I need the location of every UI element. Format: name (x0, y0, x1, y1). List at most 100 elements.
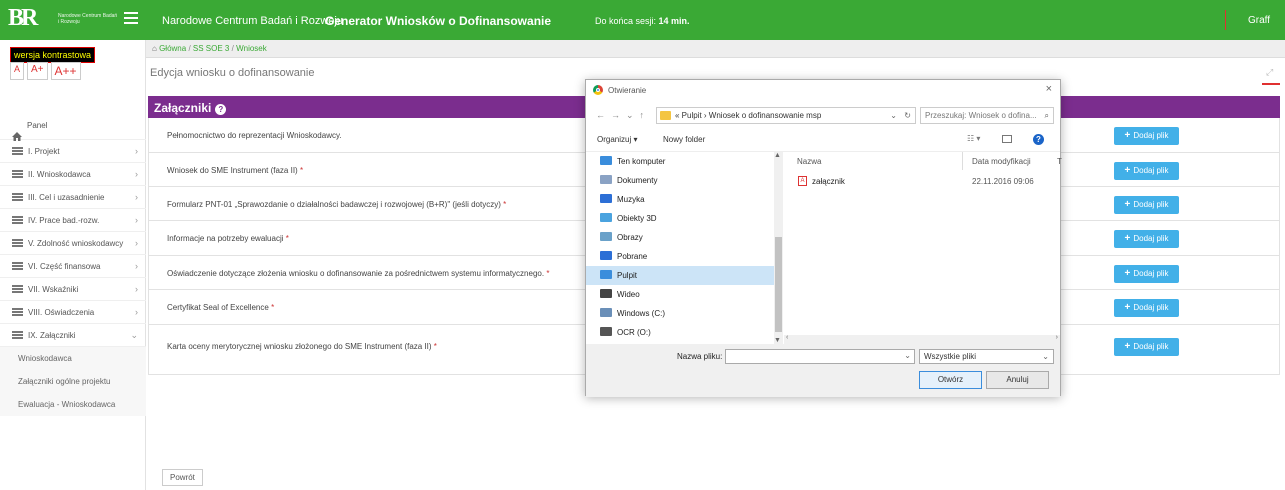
address-bar: ←→⌄↑ « Pulpit › Wniosek o dofinansowanie… (586, 102, 1060, 130)
add-file-button[interactable]: + Dodaj plik (1114, 230, 1179, 248)
refresh-icon[interactable]: ↻ (904, 108, 911, 123)
view-options-icon[interactable]: ☷ ▾ (967, 134, 980, 143)
font-size-xlarge[interactable]: A++ (50, 62, 81, 80)
add-file-button[interactable]: + Dodaj plik (1114, 299, 1179, 317)
tree-item-label: Wideo (617, 290, 640, 299)
scroll-right-icon[interactable]: › (1056, 334, 1058, 341)
scroll-thumb[interactable] (775, 237, 782, 332)
dialog-footer: Nazwa pliku: ⌄ Wszystkie pliki ⌄ Otwórz … (586, 344, 1060, 397)
horizontal-scrollbar[interactable]: ‹ › (784, 334, 1060, 344)
menu-icon[interactable] (124, 12, 138, 24)
col-name[interactable]: Nazwa (797, 157, 821, 166)
list-icon (12, 284, 23, 293)
path-field[interactable]: « Pulpit › Wniosek o dofinansowanie msp … (656, 107, 916, 124)
sidebar-item[interactable]: IV. Prace bad.-rozw. › (0, 209, 146, 232)
chevron-down-icon[interactable]: ⌄ (890, 108, 897, 123)
tree-item[interactable]: Pulpit (586, 266, 783, 285)
scroll-down-icon[interactable]: ▼ (774, 337, 781, 344)
new-folder-button[interactable]: Nowy folder (663, 135, 705, 144)
col-type[interactable]: T (1057, 157, 1062, 166)
tree-item[interactable]: Muzyka (586, 190, 783, 209)
sidebar-item[interactable]: II. Wnioskodawca › (0, 163, 146, 186)
file-name: załącznik (812, 177, 845, 186)
search-input[interactable]: Przeszukaj: Wniosek o dofina... ⌕ (920, 107, 1054, 124)
session-timer: Do końca sesji: 14 min. (595, 16, 690, 26)
sidebar-item[interactable]: VII. Wskaźniki › (0, 278, 146, 301)
list-icon (12, 307, 23, 316)
sidebar-item[interactable]: VIII. Oświadczenia › (0, 301, 146, 324)
tree-item[interactable]: Wideo (586, 285, 783, 304)
required-marker: * (299, 166, 304, 175)
chevron-icon: › (135, 307, 138, 317)
scroll-left-icon[interactable]: ‹ (786, 334, 788, 341)
sidebar-item[interactable]: I. Projekt › (0, 140, 146, 163)
sidebar-item[interactable]: V. Zdolność wnioskodawcy › (0, 232, 146, 255)
contrast-toggle[interactable]: wersja kontrastowa (10, 47, 96, 63)
tree-item[interactable]: Pobrane (586, 247, 783, 266)
cancel-button[interactable]: Anuluj (986, 371, 1049, 389)
downloads-icon (600, 251, 612, 261)
back-button[interactable]: Powrót (162, 469, 203, 486)
col-date[interactable]: Data modyfikacji (972, 157, 1031, 166)
sidebar-subitem[interactable]: Załączniki ogólne projektu (0, 370, 146, 393)
tree-item[interactable]: Windows (C:) (586, 304, 783, 323)
organize-button[interactable]: Organizuj ▾ (597, 135, 637, 144)
sidebar-item-panel[interactable]: Panel (0, 108, 146, 142)
add-file-button[interactable]: + Dodaj plik (1114, 338, 1179, 356)
sidebar-item[interactable]: IX. Załączniki ⌄ (0, 324, 146, 347)
open-button[interactable]: Otwórz (919, 371, 982, 389)
sidebar-subitem[interactable]: Ewaluacja - Wnioskodawca (0, 393, 146, 416)
tree-item[interactable]: Obrazy (586, 228, 783, 247)
chevron-icon: › (135, 284, 138, 294)
org-name: Narodowe Centrum Badań i Rozwoju (162, 15, 343, 27)
tree-item-label: Ten komputer (617, 157, 666, 166)
tree-item-label: Muzyka (617, 195, 645, 204)
plus-icon: + (1124, 233, 1131, 244)
tree-item-label: Pulpit (617, 271, 638, 280)
add-file-button[interactable]: + Dodaj plik (1114, 265, 1179, 283)
attachment-label: Oświadczenie dotyczące złożenia wniosku … (167, 269, 550, 278)
preview-pane-icon[interactable] (1002, 135, 1012, 143)
list-icon (12, 215, 23, 224)
tree-item-label: Obiekty 3D (617, 214, 657, 223)
help-icon[interactable]: ? (215, 104, 227, 115)
add-file-button[interactable]: + Dodaj plik (1114, 162, 1179, 180)
tree-item[interactable]: Obiekty 3D (586, 209, 783, 228)
chevron-icon: › (135, 192, 138, 202)
scroll-up-icon[interactable]: ▲ (774, 152, 781, 159)
tree-item[interactable]: OCR (O:) (586, 323, 783, 342)
add-file-button[interactable]: + Dodaj plik (1114, 196, 1179, 214)
add-file-button[interactable]: + Dodaj plik (1114, 127, 1179, 145)
file-open-dialog: Otwieranie × ←→⌄↑ « Pulpit › Wniosek o d… (585, 79, 1062, 397)
nav-arrows-icon[interactable]: ←→⌄↑ (596, 110, 650, 121)
filename-input[interactable]: ⌄ (725, 349, 915, 364)
dialog-title: Otwieranie (608, 86, 647, 95)
user-menu[interactable]: Graff (1248, 15, 1270, 26)
tree-scrollbar[interactable]: ▲ ▼ (774, 152, 783, 344)
sidebar-item[interactable]: III. Cel i uzasadnienie › (0, 186, 146, 209)
list-icon (12, 330, 23, 339)
sidebar-item-label: V. Zdolność wnioskodawcy (28, 239, 124, 248)
expand-icon[interactable]: ⤢ (1266, 67, 1273, 78)
help-icon[interactable]: ? (1033, 134, 1044, 145)
file-row[interactable]: A załącznik 22.11.2016 09:06 (784, 175, 1062, 191)
close-icon[interactable]: × (1046, 83, 1052, 95)
breadcrumb-bar: ⌂ Główna / SS SOE 3 / Wniosek (146, 40, 1285, 58)
font-size-normal[interactable]: A (10, 62, 25, 80)
sidebar-item[interactable]: VI. Część finansowa › (0, 255, 146, 278)
logo[interactable]: BR Narodowe Centrum Badań i Rozwoju (8, 6, 128, 34)
attachment-label: Certyfikat Seal of Excellence * (167, 303, 275, 312)
required-marker: * (271, 303, 275, 312)
filetype-select[interactable]: Wszystkie pliki ⌄ (919, 349, 1054, 364)
plus-icon: + (1124, 302, 1131, 313)
font-size-large[interactable]: A+ (27, 62, 48, 80)
breadcrumb-level3[interactable]: Wniosek (236, 44, 267, 53)
chevron-down-icon[interactable]: ⌄ (904, 351, 911, 360)
breadcrumb-home[interactable]: Główna (159, 44, 186, 53)
tree-item[interactable]: Dokumenty (586, 171, 783, 190)
sidebar-item-label: VI. Część finansowa (28, 262, 101, 271)
video-icon (600, 289, 612, 299)
breadcrumb-level2[interactable]: SS SOE 3 (193, 44, 229, 53)
tree-item[interactable]: Ten komputer (586, 152, 783, 171)
sidebar-subitem[interactable]: Wnioskodawca (0, 347, 146, 370)
